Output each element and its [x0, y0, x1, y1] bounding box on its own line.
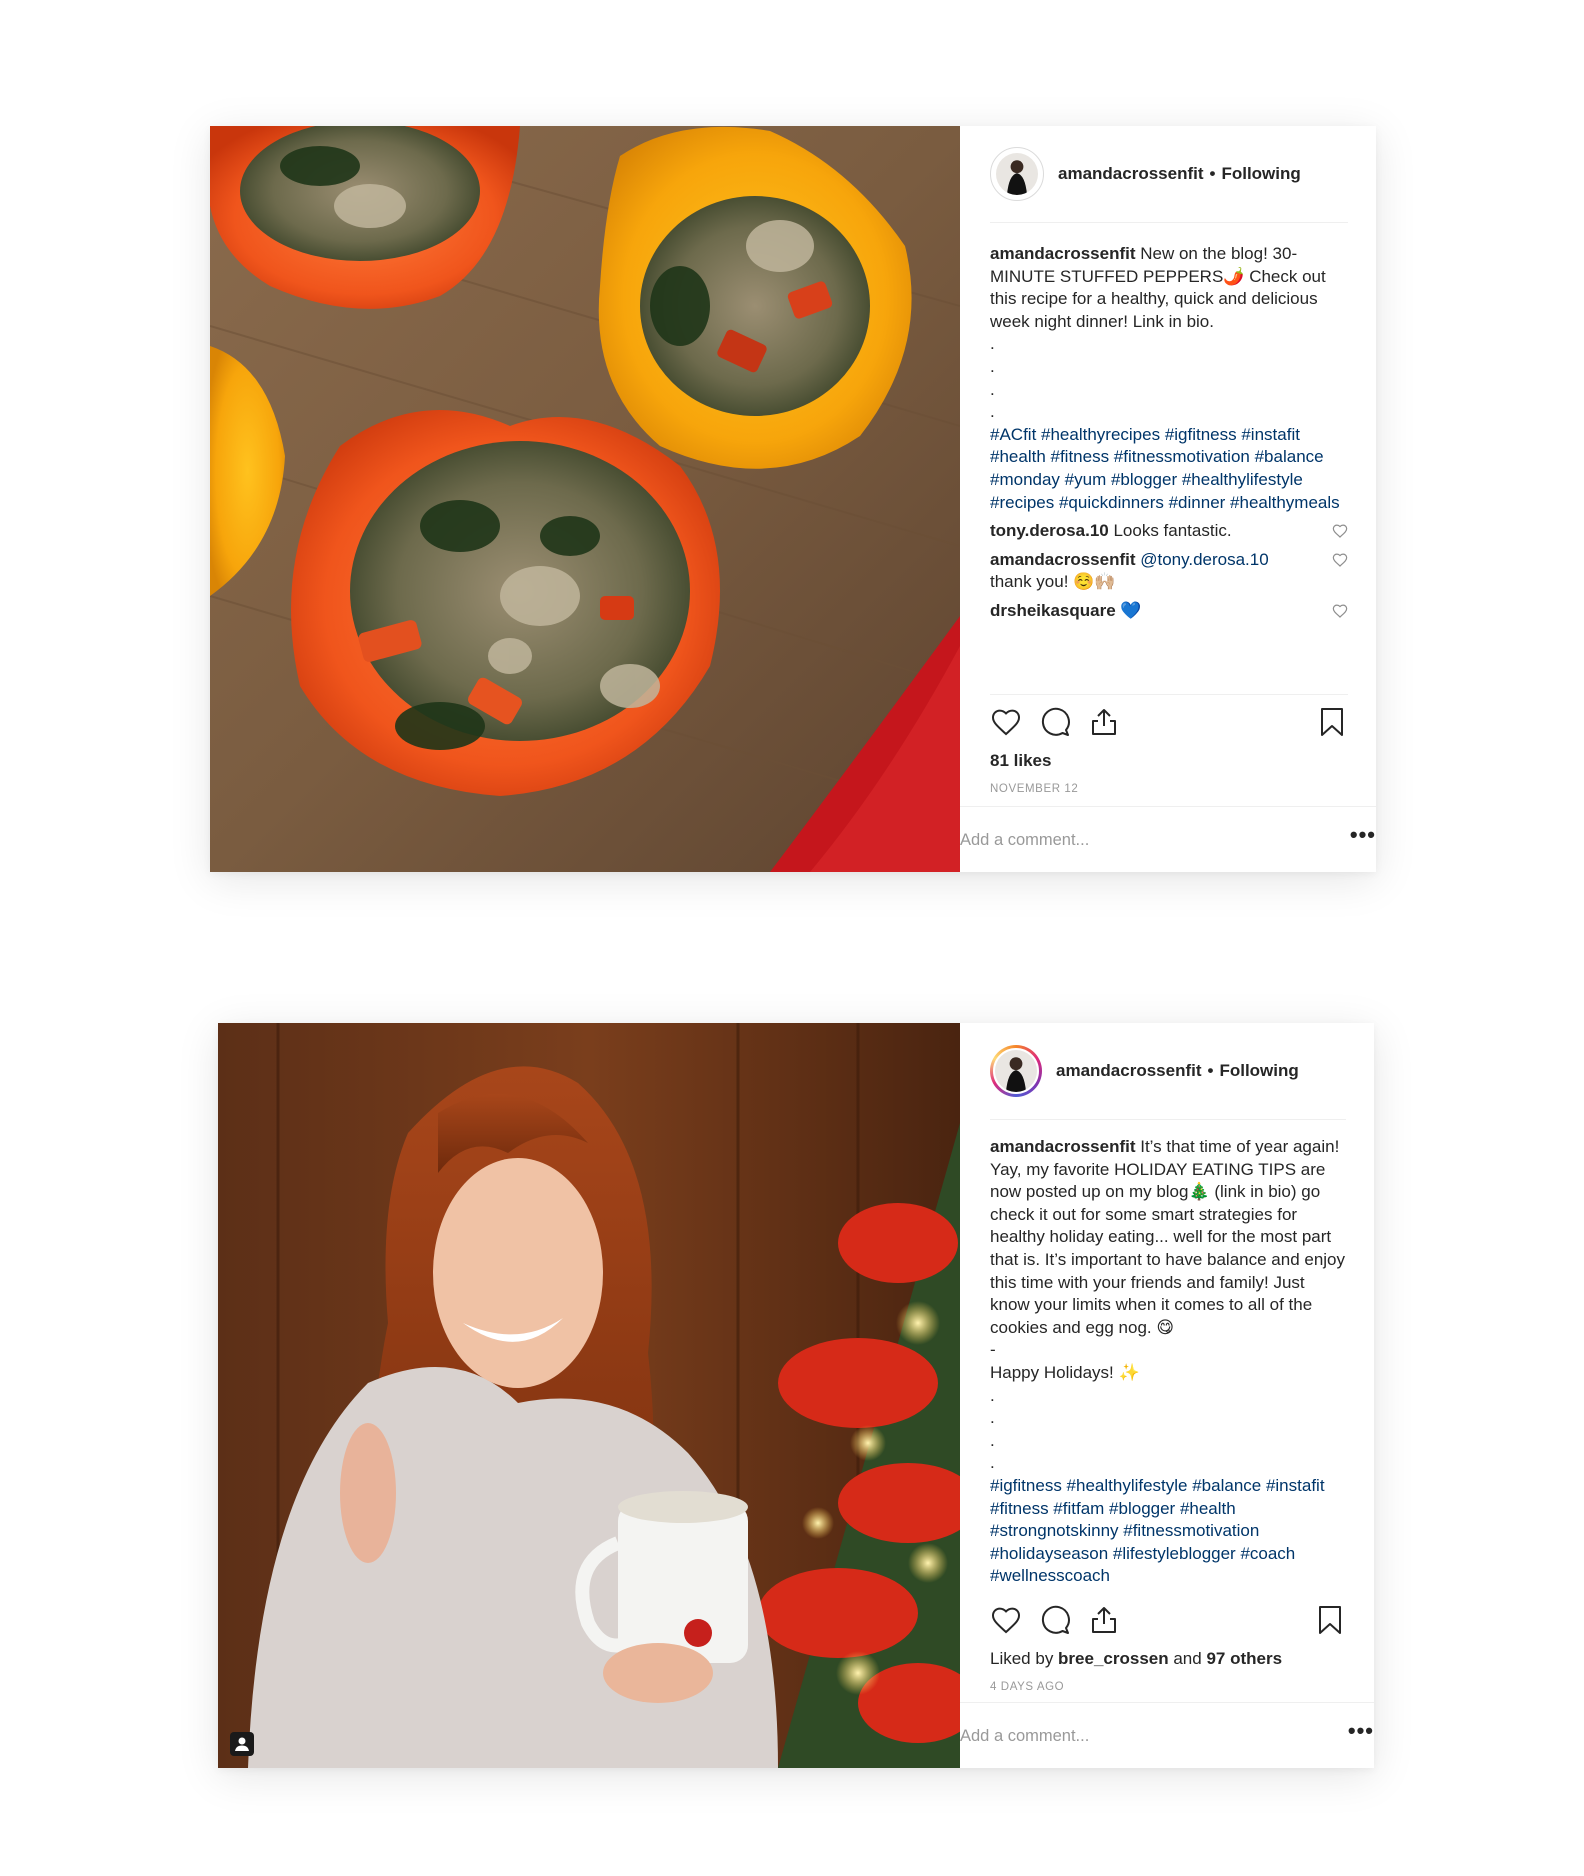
add-comment-input[interactable]	[960, 830, 1350, 850]
avatar[interactable]	[990, 147, 1044, 201]
caption-hashtags[interactable]: #igfitness #healthylifestyle #balance #i…	[990, 1475, 1346, 1588]
comment-row: amandacrossenfit @tony.derosa.10 thank y…	[990, 549, 1348, 594]
comment-like-heart-icon[interactable]	[1332, 552, 1348, 568]
bookmark-icon[interactable]	[1314, 1604, 1346, 1636]
avatar-image	[993, 1048, 1039, 1094]
caption-username-link[interactable]: amandacrossenfit	[990, 244, 1136, 263]
caption: amandacrossenfit It’s that time of year …	[990, 1136, 1346, 1475]
post-photo-holiday[interactable]	[218, 1023, 960, 1768]
comments-area[interactable]: amandacrossenfit It’s that time of year …	[990, 1120, 1346, 1594]
bookmark-icon[interactable]	[1316, 706, 1348, 738]
comment-text: 💙	[1115, 600, 1142, 620]
post-actions: 81 likes NOVEMBER 12	[990, 694, 1348, 795]
action-icons	[990, 1593, 1346, 1647]
liked-by-line: Liked by bree_crossen and 97 others	[990, 1649, 1346, 1669]
post-header: amandacrossenfit • Following	[990, 1023, 1346, 1120]
add-comment-bar: •••	[960, 806, 1376, 873]
liked-by-others-link[interactable]: 97 others	[1206, 1649, 1282, 1668]
liked-by-prefix: Liked by	[990, 1649, 1059, 1668]
comment-row: drsheikasquare 💙	[990, 600, 1348, 623]
post-header: amandacrossenfit • Following	[990, 126, 1348, 223]
comment-like-heart-icon[interactable]	[1332, 523, 1348, 539]
comment-like-heart-icon[interactable]	[1332, 603, 1348, 619]
separator-dot: •	[1209, 164, 1216, 183]
comment-text: thank you! ☺️🙌🏼	[990, 572, 1116, 592]
separator-dot: •	[1207, 1061, 1214, 1080]
liked-by-user-link[interactable]: bree_crossen	[1058, 1649, 1169, 1668]
comment-text: Looks fantastic.	[1108, 521, 1232, 541]
caption: amandacrossenfit New on the blog! 30-MIN…	[990, 243, 1348, 424]
comment-mention[interactable]: @tony.derosa.10	[1136, 550, 1268, 569]
post-sidebar: amandacrossenfit • Following amandacross…	[960, 126, 1376, 872]
share-icon[interactable]	[1088, 706, 1120, 738]
heart-icon[interactable]	[990, 1604, 1022, 1636]
follow-status-button[interactable]: Following	[1221, 164, 1300, 184]
comment-username-link[interactable]: amandacrossenfit	[990, 550, 1136, 569]
comments-area: amandacrossenfit New on the blog! 30-MIN…	[990, 223, 1348, 663]
caption-text: New on the blog! 30-MINUTE STUFFED PEPPE…	[990, 244, 1326, 422]
comment-username-link[interactable]: tony.derosa.10	[990, 521, 1109, 540]
person-tag-icon[interactable]	[230, 1732, 254, 1756]
caption-text: It’s that time of year again! Yay, my fa…	[990, 1137, 1346, 1473]
more-options-button[interactable]: •••	[1348, 1720, 1374, 1746]
avatar[interactable]	[990, 1045, 1042, 1097]
liked-by-and: and	[1168, 1649, 1207, 1668]
caption-username-link[interactable]: amandacrossenfit	[990, 1137, 1136, 1156]
comment-icon[interactable]	[1039, 1604, 1071, 1636]
likes-count[interactable]: 81 likes	[990, 751, 1348, 771]
post-date[interactable]: NOVEMBER 12	[990, 783, 1348, 795]
post-card: amandacrossenfit • Following amandacross…	[218, 1023, 1374, 1768]
add-comment-input[interactable]	[960, 1726, 1348, 1746]
follow-status-button[interactable]: Following	[1219, 1061, 1298, 1081]
comment-row: tony.derosa.10 Looks fantastic.	[990, 520, 1348, 543]
stuffed-peppers-image	[210, 126, 960, 872]
post-date[interactable]: 4 DAYS AGO	[990, 1681, 1346, 1693]
holiday-photo-image	[218, 1023, 960, 1768]
avatar-image	[994, 151, 1040, 197]
comment-icon[interactable]	[1039, 706, 1071, 738]
heart-icon[interactable]	[990, 706, 1022, 738]
post-actions: Liked by bree_crossen and 97 others 4 DA…	[990, 1593, 1346, 1693]
add-comment-bar: •••	[960, 1702, 1374, 1769]
action-icons	[990, 695, 1348, 749]
username-link[interactable]: amandacrossenfit	[1056, 1061, 1202, 1081]
comment-username-link[interactable]: drsheikasquare	[990, 601, 1116, 620]
post-sidebar: amandacrossenfit • Following amandacross…	[960, 1023, 1374, 1768]
username-link[interactable]: amandacrossenfit	[1058, 164, 1204, 184]
post-card: amandacrossenfit • Following amandacross…	[210, 126, 1376, 872]
post-photo-stuffed-peppers[interactable]	[210, 126, 960, 872]
more-options-button[interactable]: •••	[1350, 824, 1376, 850]
share-icon[interactable]	[1088, 1604, 1120, 1636]
caption-hashtags[interactable]: #ACfit #healthyrecipes #igfitness #insta…	[990, 424, 1348, 514]
